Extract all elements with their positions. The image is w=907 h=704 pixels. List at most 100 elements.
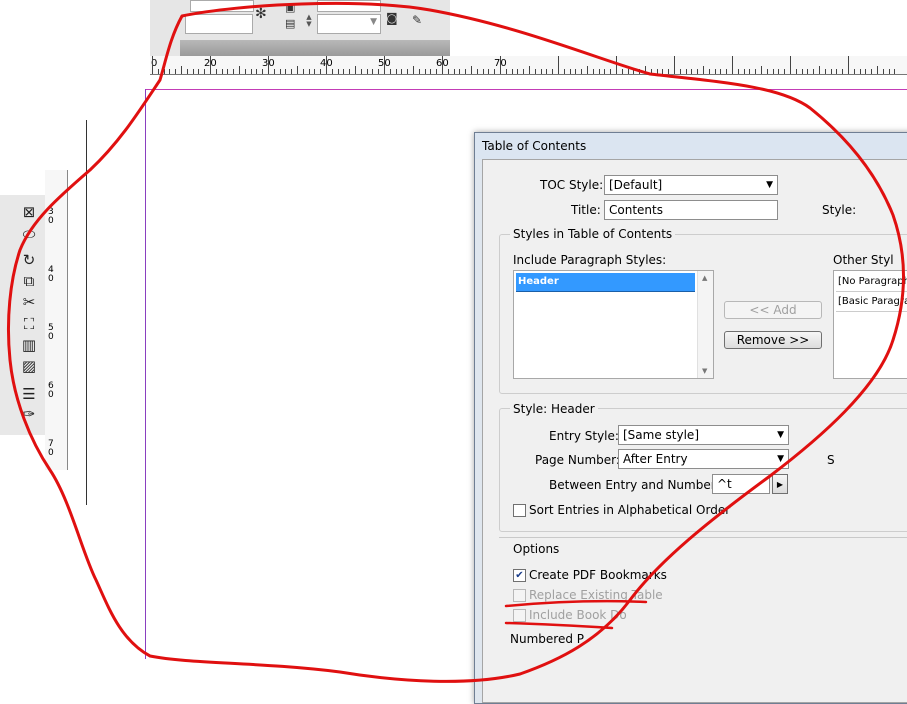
list-item[interactable]: Header xyxy=(516,273,695,292)
ruler-tick xyxy=(389,69,391,74)
control-field-3[interactable] xyxy=(317,0,381,12)
ruler-tick xyxy=(210,56,211,74)
control-field-0[interactable] xyxy=(190,0,254,12)
vertical-ruler[interactable]: 3 0 4 0 5 0 6 0 7 0 xyxy=(45,170,68,470)
page-number-style-label: S xyxy=(827,453,835,467)
scissors-icon[interactable]: ✂ xyxy=(18,293,40,311)
ruler-tick xyxy=(697,69,699,74)
flip-icon[interactable]: ▣ xyxy=(285,0,295,16)
ruler-tick xyxy=(152,56,153,74)
include-styles-label: Include Paragraph Styles: xyxy=(513,253,667,267)
ruler-tick xyxy=(181,66,182,74)
ruler-tick xyxy=(523,69,525,74)
ruler-tick xyxy=(476,69,478,74)
ruler-tick xyxy=(500,56,501,74)
ruler-tick xyxy=(302,69,304,74)
list-item[interactable]: [Basic Paragrap xyxy=(836,293,907,312)
toc-style-value: [Default] xyxy=(609,178,663,192)
ruler-tick xyxy=(662,69,664,74)
ruler-tick xyxy=(198,69,200,74)
ruler-tick xyxy=(685,69,687,74)
ruler-tick xyxy=(442,56,443,74)
control-field-1[interactable] xyxy=(185,14,253,34)
add-button[interactable]: << Add xyxy=(724,301,822,319)
horizontal-ruler[interactable]: 0 20 30 40 50 60 70 xyxy=(150,56,907,75)
special-char-button[interactable]: ▶ xyxy=(772,474,788,494)
scale-height-icon[interactable]: ▤ xyxy=(285,16,295,32)
gradient-feather-icon[interactable]: ▨ xyxy=(18,357,40,375)
note-icon[interactable]: ☰ xyxy=(18,385,40,403)
dialog-titlebar[interactable]: Table of Contents xyxy=(475,133,907,159)
ruler-tick xyxy=(633,69,635,74)
ruler-tick xyxy=(297,66,298,74)
pencil-icon[interactable]: ✎ xyxy=(412,12,422,28)
ruler-tick xyxy=(436,69,438,74)
ruler-tick xyxy=(894,69,896,74)
ruler-tick xyxy=(674,56,675,74)
toc-style-select[interactable]: [Default] ▼ xyxy=(604,175,778,195)
ruler-tick xyxy=(581,69,583,74)
stroke-icon[interactable]: ◙ xyxy=(386,10,398,26)
vruler-label: 0 xyxy=(48,332,54,342)
include-styles-list[interactable]: Header ▲ ▼ xyxy=(513,270,714,379)
ruler-tick xyxy=(273,69,275,74)
ruler-tick xyxy=(540,69,542,74)
entry-style-select[interactable]: [Same style] ▼ xyxy=(618,425,789,445)
include-scrollbar[interactable]: ▲ ▼ xyxy=(697,271,713,378)
ruler-tick xyxy=(227,69,229,74)
eyedropper-icon[interactable]: ✑ xyxy=(18,405,40,423)
gradient-icon[interactable]: ▥ xyxy=(18,336,40,354)
ruler-tick xyxy=(279,69,281,74)
ruler-tick xyxy=(691,69,693,74)
between-input[interactable]: ^t xyxy=(712,474,770,494)
ruler-tick xyxy=(650,69,652,74)
ruler-tick xyxy=(395,69,397,74)
pasteboard-edge xyxy=(86,120,87,505)
control-spinner[interactable]: ▲ ▼ xyxy=(304,14,314,28)
entry-style-label: Entry Style: xyxy=(549,429,619,443)
include-book-label: Include Book Do xyxy=(529,608,627,622)
list-item[interactable]: [No Paragraph xyxy=(836,273,907,292)
ruler-tick xyxy=(465,69,467,74)
scale-icon[interactable]: ⧉ xyxy=(18,272,40,290)
sort-checkbox[interactable] xyxy=(513,504,526,517)
rotate-icon[interactable]: ↻ xyxy=(18,251,40,269)
remove-button[interactable]: Remove >> xyxy=(724,331,822,349)
ruler-tick xyxy=(703,66,704,74)
control-panel: ✻ ▣ ▤ ▲ ▼ ▼ ◙ ✎ xyxy=(150,0,450,57)
ruler-tick xyxy=(563,69,565,74)
ruler-tick xyxy=(610,69,612,74)
ruler-tick xyxy=(366,69,368,74)
replace-table-checkbox[interactable] xyxy=(513,589,526,602)
ruler-tick xyxy=(413,66,414,74)
ruler-tick xyxy=(807,69,809,74)
options-title: Options xyxy=(513,542,560,556)
title-input[interactable]: Contents xyxy=(604,200,778,220)
other-styles-list[interactable]: [No Paragraph [Basic Paragrap xyxy=(833,270,907,379)
include-book-checkbox[interactable] xyxy=(513,609,526,622)
text-frame-icon[interactable]: ⊠ xyxy=(18,203,40,221)
ruler-tick xyxy=(552,69,554,74)
create-pdf-checkbox[interactable]: ✔ xyxy=(513,569,526,582)
control-field-2[interactable]: ▼ xyxy=(317,14,381,34)
margin-guide-top xyxy=(145,89,907,90)
ruler-tick xyxy=(645,66,646,74)
ruler-tick xyxy=(418,69,420,74)
ruler-tick xyxy=(285,69,287,74)
free-transform-icon[interactable]: ⛶ xyxy=(18,315,40,333)
ruler-tick xyxy=(824,69,826,74)
ruler-tick xyxy=(784,69,786,74)
ruler-tick xyxy=(871,69,873,74)
sort-label: Sort Entries in Alphabetical Order xyxy=(529,503,731,517)
ruler-tick xyxy=(343,69,345,74)
reference-point-icon[interactable]: ✻ xyxy=(255,6,267,22)
tools-panel: ⊠ ⬭ ↻ ⧉ ✂ ⛶ ▥ ▨ ☰ ✑ xyxy=(0,195,46,435)
ruler-tick xyxy=(848,56,849,74)
ruler-tick xyxy=(331,69,333,74)
ruler-tick xyxy=(262,69,264,74)
ruler-tick xyxy=(401,69,403,74)
page-number-select[interactable]: After Entry ▼ xyxy=(618,449,789,469)
ruler-tick xyxy=(616,56,617,74)
ruler-tick xyxy=(175,69,177,74)
ellipse-icon[interactable]: ⬭ xyxy=(18,225,40,243)
